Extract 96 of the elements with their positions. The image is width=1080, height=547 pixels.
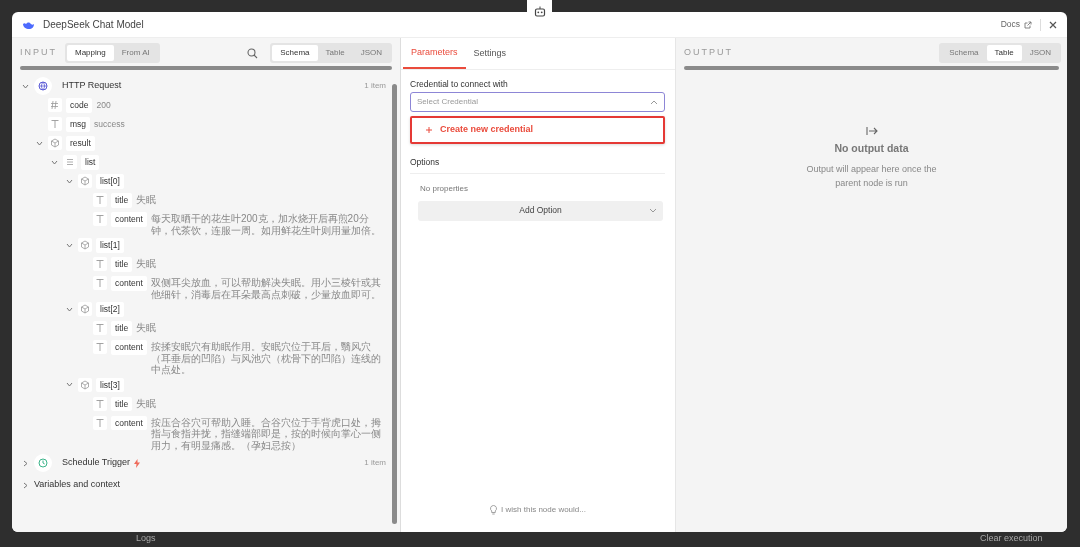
cube-icon — [80, 176, 90, 186]
empty-title: No output data — [834, 141, 909, 156]
view-tab[interactable]: Schema — [941, 45, 987, 61]
input-label: INPUT — [20, 46, 57, 60]
field-key: msg — [66, 117, 91, 132]
credential-select[interactable]: Select Credential — [410, 92, 665, 113]
chevron-icon — [650, 99, 658, 105]
field-value: 失眠 — [136, 396, 157, 409]
chevron-icon[interactable] — [21, 481, 29, 489]
chevron-icon[interactable] — [21, 82, 29, 90]
chevron-icon[interactable] — [50, 158, 58, 166]
view-tab[interactable]: From AI — [113, 45, 158, 61]
field-key: content — [111, 415, 147, 431]
clear-execution-label[interactable]: Clear execution — [980, 532, 1043, 546]
item-count: 1 item — [364, 457, 386, 469]
plus-icon — [426, 127, 432, 133]
view-tab[interactable]: Table — [317, 45, 353, 61]
text-type-icon — [95, 398, 105, 409]
field-value: 200 — [96, 99, 111, 112]
section-title[interactable]: Variables and context — [34, 478, 120, 492]
view-tab[interactable]: JSON — [352, 45, 390, 61]
field-key: title — [111, 396, 133, 412]
section-heading: Options — [410, 155, 665, 174]
create-credential-button[interactable]: Create new credential — [410, 116, 665, 144]
field-value: success — [94, 118, 125, 131]
chevron-icon[interactable] — [65, 305, 73, 313]
field-value: 每天取晒干的花生叶200克，加水烧开后再煎20分钟，代茶饮，连服一周。如用鲜花生叶则用量加倍。 — [150, 212, 382, 236]
chevron-icon[interactable] — [65, 241, 73, 249]
hash-icon — [50, 100, 60, 110]
chevron-icon[interactable] — [35, 139, 43, 147]
text-type-icon — [95, 417, 105, 428]
docs-link[interactable]: Docs — [1000, 18, 1032, 31]
tab[interactable]: Parameters — [403, 38, 466, 69]
item-count: 1 item — [364, 80, 386, 92]
field-key: list[1] — [96, 238, 124, 253]
lightning-icon — [134, 458, 141, 468]
field-value: 按揉安眠穴有助眠作用。安眠穴位于耳后，翳风穴（耳垂后的凹陷）与风池穴（枕骨下的凹陷）连线的中点处。 — [150, 340, 382, 376]
search-icon[interactable] — [247, 47, 259, 59]
cube-icon — [80, 379, 90, 390]
field-key: content — [111, 212, 147, 227]
view-tab[interactable]: Mapping — [67, 45, 114, 61]
field-value: 失眠 — [136, 321, 157, 334]
field-key: title — [111, 321, 133, 336]
view-tab[interactable]: Schema — [272, 45, 318, 61]
field-key: content — [111, 340, 147, 355]
field-value: 双侧耳尖放血，可以帮助解决失眠。用小三棱针或其他细针，消毒后在耳朵最高点刺破，少量放血即可。 — [150, 276, 382, 300]
list-icon — [65, 157, 75, 167]
tab[interactable]: Settings — [465, 38, 515, 69]
close-icon[interactable] — [1049, 20, 1057, 29]
scrollbar[interactable] — [392, 84, 397, 524]
cube-icon — [50, 138, 60, 148]
text-type-icon — [95, 259, 105, 269]
field-key: title — [111, 193, 133, 208]
field-value: 失眠 — [136, 257, 157, 270]
chevron-icon[interactable] — [65, 381, 73, 388]
field-key: list[0] — [96, 174, 124, 189]
clock-icon — [38, 458, 48, 468]
section-title[interactable]: Schedule Trigger — [62, 456, 131, 470]
field-key: result — [66, 136, 95, 151]
scrollbar[interactable] — [684, 66, 1059, 70]
section-title[interactable]: HTTP Request — [62, 79, 122, 93]
view-tab[interactable]: JSON — [1021, 45, 1059, 61]
arrow-right-bar-icon — [865, 126, 878, 136]
feedback-link[interactable]: I wish this node would... — [501, 504, 586, 516]
field-key: code — [66, 98, 93, 113]
view-tab[interactable]: Table — [986, 45, 1022, 61]
empty-text: Output will appear here once the parent node is run — [805, 162, 938, 190]
text-type-icon — [95, 323, 105, 333]
scrollbar[interactable] — [20, 66, 392, 70]
globe-icon — [38, 81, 48, 91]
field-key: list[3] — [96, 377, 124, 393]
field-key: list[2] — [96, 302, 124, 317]
field-key: content — [111, 276, 147, 291]
text-type-icon — [95, 195, 105, 205]
add-option-button[interactable]: Add Option — [418, 200, 663, 221]
field-value: 按压合谷穴可帮助入睡。合谷穴位于手背虎口处，拇指与食指并拢，指缝端部即是，按的时候向掌心一侧用力，有明显痛感。（孕妇忌按） — [150, 415, 382, 451]
field-label: Credential to connect with — [410, 77, 509, 91]
output-label: OUTPUT — [684, 46, 733, 60]
external-link-icon — [1024, 20, 1032, 29]
text-type-icon — [95, 342, 105, 352]
robot-icon — [533, 5, 546, 17]
window-title: DeepSeek Chat Model — [43, 18, 144, 32]
logs-label[interactable]: Logs — [136, 532, 156, 546]
text-type-icon — [95, 278, 105, 288]
chevron-icon[interactable] — [21, 459, 29, 467]
cube-icon — [80, 240, 90, 250]
cube-icon — [80, 304, 90, 314]
field-value: 失眠 — [136, 193, 157, 206]
field-key: list — [81, 155, 100, 170]
text-type-icon — [95, 214, 105, 224]
field-key: title — [111, 257, 133, 272]
lightbulb-icon — [490, 505, 498, 515]
chevron-icon[interactable] — [65, 177, 73, 185]
chevron-icon — [649, 207, 657, 213]
empty-text: No properties — [420, 182, 470, 195]
text-type-icon — [50, 119, 60, 129]
